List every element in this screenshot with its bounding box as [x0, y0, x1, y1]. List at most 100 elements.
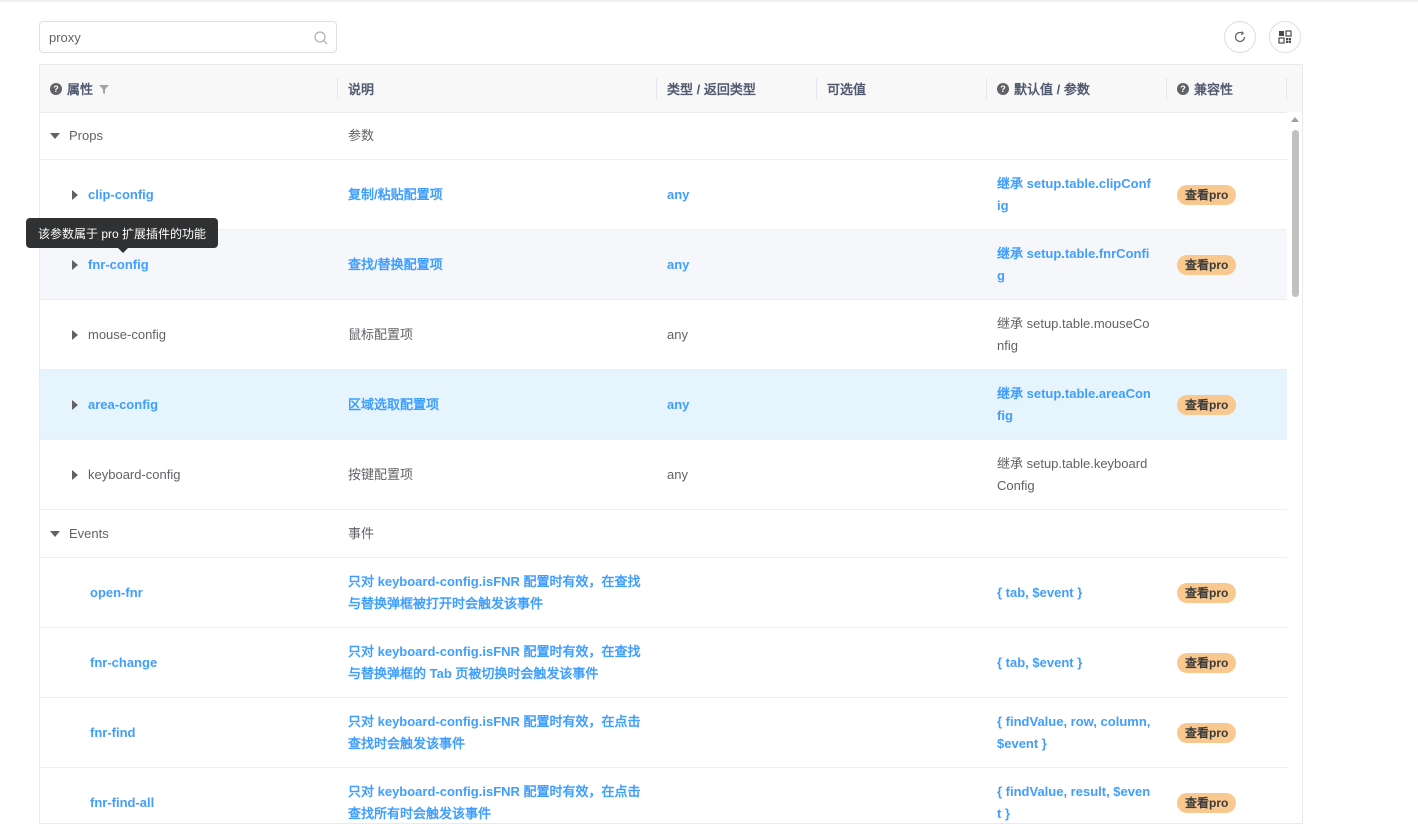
attr-name: clip-config [88, 184, 154, 206]
attr-default: 继承 setup.table.clipConfig [997, 173, 1153, 217]
options-cell [817, 300, 987, 369]
attr-default: 继承 setup.table.fnrConfig [997, 243, 1153, 287]
desc-cell: 鼠标配置项 [338, 300, 657, 369]
attr-cell[interactable]: fnr-change [40, 628, 338, 697]
group-name-cell[interactable]: Events [40, 510, 338, 557]
type-cell: any [657, 300, 817, 369]
help-icon[interactable]: ? [1177, 83, 1189, 95]
attr-default: 继承 setup.table.mouseConfig [997, 313, 1153, 357]
table-row[interactable]: fnr-config查找/替换配置项any继承 setup.table.fnrC… [40, 230, 1287, 300]
type-cell [657, 698, 817, 767]
vertical-scrollbar[interactable] [1287, 112, 1302, 824]
column-header-desc[interactable]: 说明 [338, 65, 657, 112]
expand-arrow-icon[interactable] [72, 400, 78, 410]
attr-cell[interactable]: area-config [40, 370, 338, 439]
column-header-compat[interactable]: ? 兼容性 [1167, 65, 1287, 112]
attr-default: { tab, $event } [997, 582, 1082, 604]
attr-default: 继承 setup.table.keyboardConfig [997, 453, 1153, 497]
compat-cell: 查看pro [1167, 370, 1287, 439]
group-row[interactable]: Props 参数 [40, 112, 1287, 160]
default-cell: 继承 setup.table.fnrConfig [987, 230, 1167, 299]
attr-cell[interactable]: fnr-find [40, 698, 338, 767]
attr-cell[interactable]: open-fnr [40, 558, 338, 627]
column-header-attr[interactable]: ? 属性 [40, 65, 338, 112]
collapse-arrow-icon[interactable] [50, 133, 60, 139]
help-icon[interactable]: ? [997, 83, 1009, 95]
expand-arrow-icon[interactable] [72, 190, 78, 200]
expand-arrow-icon[interactable] [72, 330, 78, 340]
desc-cell: 查找/替换配置项 [338, 230, 657, 299]
default-cell: { tab, $event } [987, 558, 1167, 627]
top-divider [0, 0, 1418, 2]
default-cell: { findValue, result, $event } [987, 768, 1167, 824]
attr-cell[interactable]: mouse-config [40, 300, 338, 369]
group-desc-cell: 参数 [338, 112, 657, 159]
view-pro-badge[interactable]: 查看pro [1177, 583, 1236, 603]
search-icon[interactable] [313, 30, 329, 46]
table-row[interactable]: open-fnr只对 keyboard-config.isFNR 配置时有效，在… [40, 558, 1287, 628]
compat-cell: 查看pro [1167, 160, 1287, 229]
compat-cell: 查看pro [1167, 698, 1287, 767]
desc-cell: 按键配置项 [338, 440, 657, 509]
view-pro-badge[interactable]: 查看pro [1177, 185, 1236, 205]
attr-name: area-config [88, 394, 158, 416]
attr-name: fnr-find [90, 722, 135, 744]
desc-cell: 只对 keyboard-config.isFNR 配置时有效，在查找与替换弹框的… [338, 628, 657, 697]
compat-cell: 查看pro [1167, 768, 1287, 824]
desc-cell: 复制/粘贴配置项 [338, 160, 657, 229]
options-cell [817, 558, 987, 627]
filter-icon[interactable] [98, 83, 110, 95]
attr-type: any [667, 394, 689, 416]
default-cell: { findValue, row, column, $event } [987, 698, 1167, 767]
attr-default: { tab, $event } [997, 652, 1082, 674]
table-row[interactable]: fnr-find 只对 keyboard-config.isFNR 配置时有效，在… [40, 698, 1287, 768]
view-pro-badge[interactable]: 查看pro [1177, 395, 1236, 415]
attr-name: keyboard-config [88, 464, 181, 486]
group-name-cell[interactable]: Props [40, 112, 338, 159]
table-row[interactable]: fnr-change只对 keyboard-config.isFNR 配置时有效… [40, 628, 1287, 698]
attr-desc: 查找/替换配置项 [348, 254, 443, 276]
expand-arrow-icon[interactable] [72, 260, 78, 270]
layout-button[interactable] [1269, 21, 1301, 53]
help-icon[interactable]: ? [50, 83, 62, 95]
options-cell [817, 628, 987, 697]
desc-cell: 只对 keyboard-config.isFNR 配置时有效，在点击查找时会触发… [338, 698, 657, 767]
refresh-button[interactable] [1224, 21, 1256, 53]
table-row[interactable]: keyboard-config 按键配置项 any 继承 setup.table.ke… [40, 440, 1287, 510]
view-pro-badge[interactable]: 查看pro [1177, 723, 1236, 743]
search-input[interactable] [49, 27, 304, 47]
default-cell: { tab, $event } [987, 628, 1167, 697]
attr-cell[interactable]: keyboard-config [40, 440, 338, 509]
attr-type: any [667, 464, 688, 486]
attr-desc: 只对 keyboard-config.isFNR 配置时有效，在查找与替换弹框被… [348, 571, 643, 615]
table-row[interactable]: mouse-config鼠标配置项any 继承 setup.table.mouse… [40, 300, 1287, 370]
table-row[interactable]: area-config 区域选取配置项 any 继承 setup.table.area… [40, 370, 1287, 440]
pro-tooltip: 该参数属于 pro 扩展插件的功能 [26, 218, 218, 248]
column-header-default[interactable]: ? 默认值 / 参数 [987, 65, 1167, 112]
attr-desc: 区域选取配置项 [348, 394, 439, 416]
attr-default: 继承 setup.table.areaConfig [997, 383, 1153, 427]
table-row[interactable]: clip-config 复制/粘贴配置项any 继承 setup.table.cli… [40, 160, 1287, 230]
search-box[interactable] [39, 21, 337, 53]
table-row[interactable]: fnr-find-all只对 keyboard-config.isFNR 配置时… [40, 768, 1287, 824]
attr-desc: 只对 keyboard-config.isFNR 配置时有效，在查找与替换弹框的… [348, 641, 643, 685]
group-desc-cell: 事件 [338, 510, 657, 557]
type-cell: any [657, 160, 817, 229]
expand-arrow-icon[interactable] [72, 470, 78, 480]
compat-cell: 查看pro [1167, 230, 1287, 299]
column-header-type[interactable]: 类型 / 返回类型 [657, 65, 817, 112]
refresh-icon [1233, 30, 1247, 44]
desc-cell: 只对 keyboard-config.isFNR 配置时有效，在点击查找所有时会… [338, 768, 657, 824]
api-table: ? 属性 说明 类型 / 返回类型 可选值 ? 默认值 / 参数 ? 兼容性 P… [39, 64, 1303, 824]
scrollbar-thumb[interactable] [1292, 130, 1299, 297]
collapse-arrow-icon[interactable] [50, 531, 60, 537]
group-name: Props [69, 125, 103, 147]
attr-cell[interactable]: fnr-find-all [40, 768, 338, 824]
group-row[interactable]: Events事件 [40, 510, 1287, 558]
view-pro-badge[interactable]: 查看pro [1177, 653, 1236, 673]
type-cell: any [657, 230, 817, 299]
options-cell [817, 698, 987, 767]
view-pro-badge[interactable]: 查看pro [1177, 255, 1236, 275]
column-header-options[interactable]: 可选值 [817, 65, 987, 112]
scroll-up-arrow[interactable] [1291, 117, 1299, 122]
